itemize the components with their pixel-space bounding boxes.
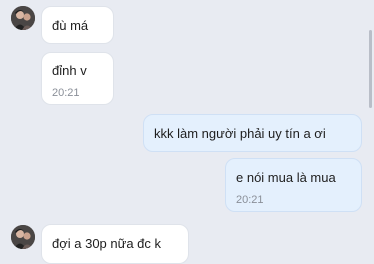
message-text: kkk làm người phải uy tín a ơi <box>154 126 326 141</box>
scrollbar[interactable] <box>369 30 372 108</box>
message-bubble-outgoing[interactable]: e nói mua là mua 20:21 <box>225 158 362 212</box>
message-text: đỉnh v <box>52 63 87 78</box>
message-bubble-incoming[interactable]: đù má <box>41 6 114 44</box>
message-text: đù má <box>52 18 89 33</box>
message-timestamp: 20:21 <box>52 87 80 99</box>
contact-avatar-icon[interactable] <box>11 6 35 30</box>
message-text: e nói mua là mua <box>236 170 336 185</box>
message-timestamp: 20:21 <box>236 194 264 206</box>
message-bubble-incoming[interactable]: đợi a 30p nữa đc k <box>41 224 189 264</box>
message-bubble-incoming[interactable]: đỉnh v 20:21 <box>41 52 114 105</box>
contact-avatar-icon[interactable] <box>11 225 35 249</box>
message-text: đợi a 30p nữa đc k <box>52 236 162 251</box>
chat-message-list[interactable]: đù má đỉnh v 20:21 kkk làm người phải uy… <box>0 0 374 264</box>
message-bubble-outgoing[interactable]: kkk làm người phải uy tín a ơi <box>143 114 362 152</box>
